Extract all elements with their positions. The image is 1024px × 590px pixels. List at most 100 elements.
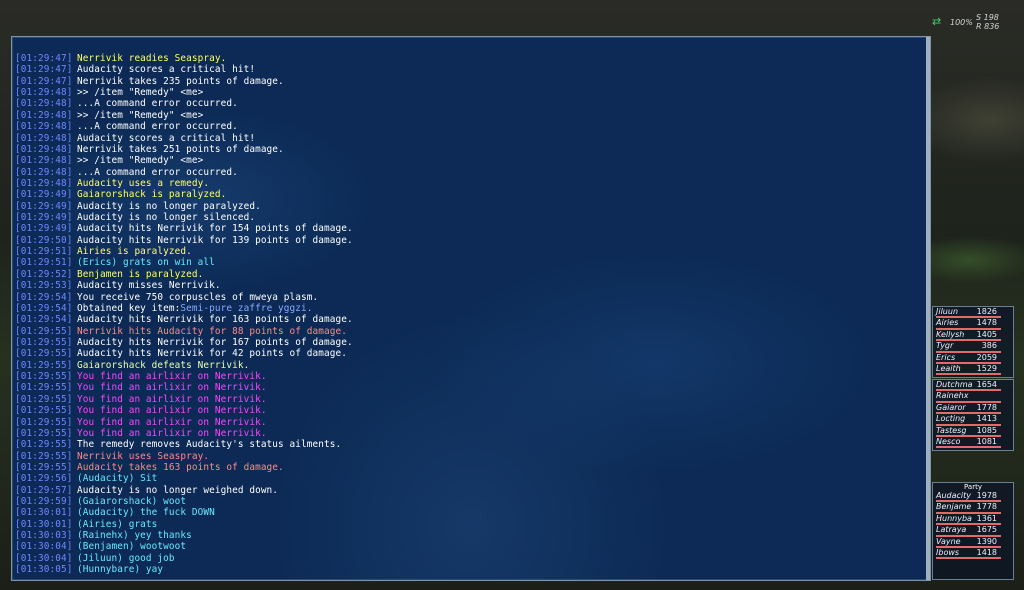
party-member[interactable]: Rainehx <box>933 391 1013 403</box>
member-hp: 1405 <box>976 329 997 339</box>
chat-message: Audacity scores a critical hit! <box>77 64 256 76</box>
chat-line: [01:29:57] Audacity is no longer weighed … <box>15 485 924 496</box>
chat-line: [01:29:51] (Erics) grats on win all <box>15 257 924 268</box>
chat-timestamp: [01:29:47] <box>15 64 73 76</box>
chat-line: [01:29:48] >> /item "Remedy" <me> <box>15 155 924 166</box>
chat-timestamp: [01:29:48] <box>15 166 73 178</box>
chat-line: [01:29:48] ...A command error occurred. <box>15 98 924 109</box>
chat-timestamp: [01:29:56] <box>15 473 73 485</box>
chat-message: Audacity is no longer silenced. <box>77 212 256 224</box>
chat-message: Nerrivik hits Audacity for 88 points of … <box>77 325 347 337</box>
sr-readout: S 198 R 836 <box>976 13 999 31</box>
chat-line: [01:29:47] Audacity scores a critical hit… <box>15 64 924 75</box>
member-hp: 1413 <box>976 414 997 424</box>
chat-line: [01:29:51] Airies is paralyzed. <box>15 246 924 257</box>
party-member[interactable]: Gaiaror 1778 <box>933 403 1013 415</box>
chat-message: Nerrivik takes 251 points of damage. <box>77 143 284 155</box>
member-hp: 1675 <box>976 525 997 535</box>
chat-line: [01:29:52] Benjamen is paralyzed. <box>15 269 924 280</box>
chat-line: [01:29:48] >> /item "Remedy" <me> <box>15 110 924 121</box>
party-member[interactable]: Benjame 1778 <box>933 502 1013 514</box>
party-member[interactable]: Dutchma 1654 <box>933 380 1013 392</box>
chat-message: >> /item "Remedy" <me> <box>77 155 204 167</box>
member-name: Hunnyba <box>936 513 972 523</box>
party-member[interactable]: Kellysh 1405 <box>933 329 1013 342</box>
chat-line: [01:29:55] You find an airlixir on Nerriv… <box>15 382 924 393</box>
chat-line: [01:29:47] Nerrivik readies Seaspray. <box>15 53 924 64</box>
member-name: Nesco <box>936 436 961 446</box>
chat-timestamp: [01:29:55] <box>15 461 73 473</box>
chat-message: Gaiarorshack defeats Nerrivik. <box>77 359 250 371</box>
chat-line: [01:29:55] Audacity hits Nerrivik for 42 … <box>15 348 924 359</box>
chat-timestamp: [01:29:54] <box>15 291 73 303</box>
member-name: Erics <box>936 352 956 362</box>
chat-line: [01:29:55] Nerrivik uses Seaspray. <box>15 451 924 462</box>
chat-timestamp: [01:29:49] <box>15 200 73 212</box>
member-name: Ibows <box>936 547 960 557</box>
alliance-party-1: Jiluun 1826 Airies 1478 Kellysh 1405 Tygr 386 Er… <box>932 306 1014 378</box>
chat-line: [01:29:49] Gaiarorshack is paralyzed. <box>15 189 924 200</box>
chat-timestamp: [01:29:55] <box>15 393 73 405</box>
party-member[interactable]: Airies 1478 <box>933 318 1013 330</box>
hp-bar <box>936 446 1001 449</box>
chat-scrollbar[interactable] <box>926 37 930 580</box>
chat-timestamp: [01:29:55] <box>15 371 73 383</box>
status-hud: ⇄ 100% S 198 R 836 <box>932 13 1022 33</box>
chat-message: ...A command error occurred. <box>77 121 238 133</box>
chat-timestamp: [01:29:48] <box>15 121 73 133</box>
chat-timestamp: [01:29:55] <box>15 450 73 462</box>
party-member[interactable]: Jiluun 1826 <box>933 307 1013 319</box>
party-member[interactable]: Tastesg 1085 <box>933 426 1013 437</box>
chat-timestamp: [01:29:50] <box>15 234 73 246</box>
party-member[interactable]: Erics 2059 <box>933 353 1013 364</box>
chat-message: Audacity is no longer weighed down. <box>77 484 279 496</box>
party-member[interactable]: Vayne 1390 <box>933 537 1013 548</box>
lag-arrows-icon: ⇄ <box>932 15 942 28</box>
chat-line: [01:29:55] You find an airlixir on Nerriv… <box>15 394 924 405</box>
chat-line: [01:30:04] (Jiluun) good job <box>15 553 924 564</box>
party-member[interactable]: Nesco 1081 <box>933 436 1013 449</box>
chat-message: You find an airlixir on Nerrivik. <box>77 393 267 405</box>
chat-timestamp: [01:29:48] <box>15 109 73 121</box>
chat-line: [01:29:53] Audacity misses Nerrivik. <box>15 280 924 291</box>
chat-lines: [01:29:47] Nerrivik readies Seaspray. [01:… <box>15 53 924 576</box>
chat-line: [01:30:04] (Benjamen) wootwoot <box>15 541 924 552</box>
chat-log-window[interactable]: [01:29:47] Nerrivik readies Seaspray. [01:… <box>11 36 931 581</box>
chat-timestamp: [01:29:47] <box>15 75 73 87</box>
chat-line: [01:30:03] (Rainehx) yey thanks <box>15 530 924 541</box>
chat-message: (Erics) grats on win all <box>77 257 215 269</box>
party-member[interactable]: Locting 1413 <box>933 414 1013 426</box>
party-member[interactable]: Audacity 1978 <box>933 491 1013 503</box>
hp-bar <box>936 557 1001 560</box>
chat-key-item: Semi-pure zaffre yggzi. <box>180 302 313 314</box>
chat-timestamp: [01:29:54] <box>15 302 73 314</box>
chat-line: [01:30:05] (Hunnybare) yay <box>15 564 924 575</box>
member-name: Rainehx <box>936 391 969 401</box>
chat-message: (Airies) grats <box>77 518 158 530</box>
r-value: R 836 <box>976 22 1000 31</box>
chat-line: [01:29:48] >> /item "Remedy" <me> <box>15 87 924 98</box>
chat-line: [01:29:50] Audacity hits Nerrivik for 139… <box>15 235 924 246</box>
chat-timestamp: [01:29:54] <box>15 314 73 326</box>
party-member[interactable]: Tygr 386 <box>933 341 1013 353</box>
party-member[interactable]: Leaith 1529 <box>933 364 1013 376</box>
chat-timestamp: [01:30:01] <box>15 507 73 519</box>
chat-message: Benjamen is paralyzed. <box>77 268 204 280</box>
chat-message: Audacity hits Nerrivik for 154 points of… <box>77 223 353 235</box>
chat-line: [01:29:56] (Audacity) Sit <box>15 473 924 484</box>
chat-message: You receive 750 corpuscles of mweya plas… <box>77 291 319 303</box>
party-member[interactable]: Ibows 1418 <box>933 547 1013 560</box>
member-hp: 1778 <box>976 502 997 512</box>
member-hp: 1418 <box>976 547 997 557</box>
member-name: Tygr <box>936 341 954 351</box>
party-list: Party Audacity 1978 Benjame 1778 Hunnyba 1361… <box>932 482 1014 580</box>
chat-timestamp: [01:29:55] <box>15 416 73 428</box>
party-member[interactable]: Hunnyba 1361 <box>933 513 1013 526</box>
chat-line: [01:30:01] (Airies) grats <box>15 519 924 530</box>
chat-line: [01:29:48] ...A command error occurred. <box>15 167 924 178</box>
chat-line: [01:29:55] You find an airlixir on Nerriv… <box>15 405 924 416</box>
chat-line: [01:29:55] The remedy removes Audacity's … <box>15 439 924 450</box>
chat-line: [01:29:55] Audacity takes 163 points of d… <box>15 462 924 473</box>
chat-message: Audacity hits Nerrivik for 42 points of … <box>77 348 347 360</box>
party-member[interactable]: Latraya 1675 <box>933 525 1013 537</box>
